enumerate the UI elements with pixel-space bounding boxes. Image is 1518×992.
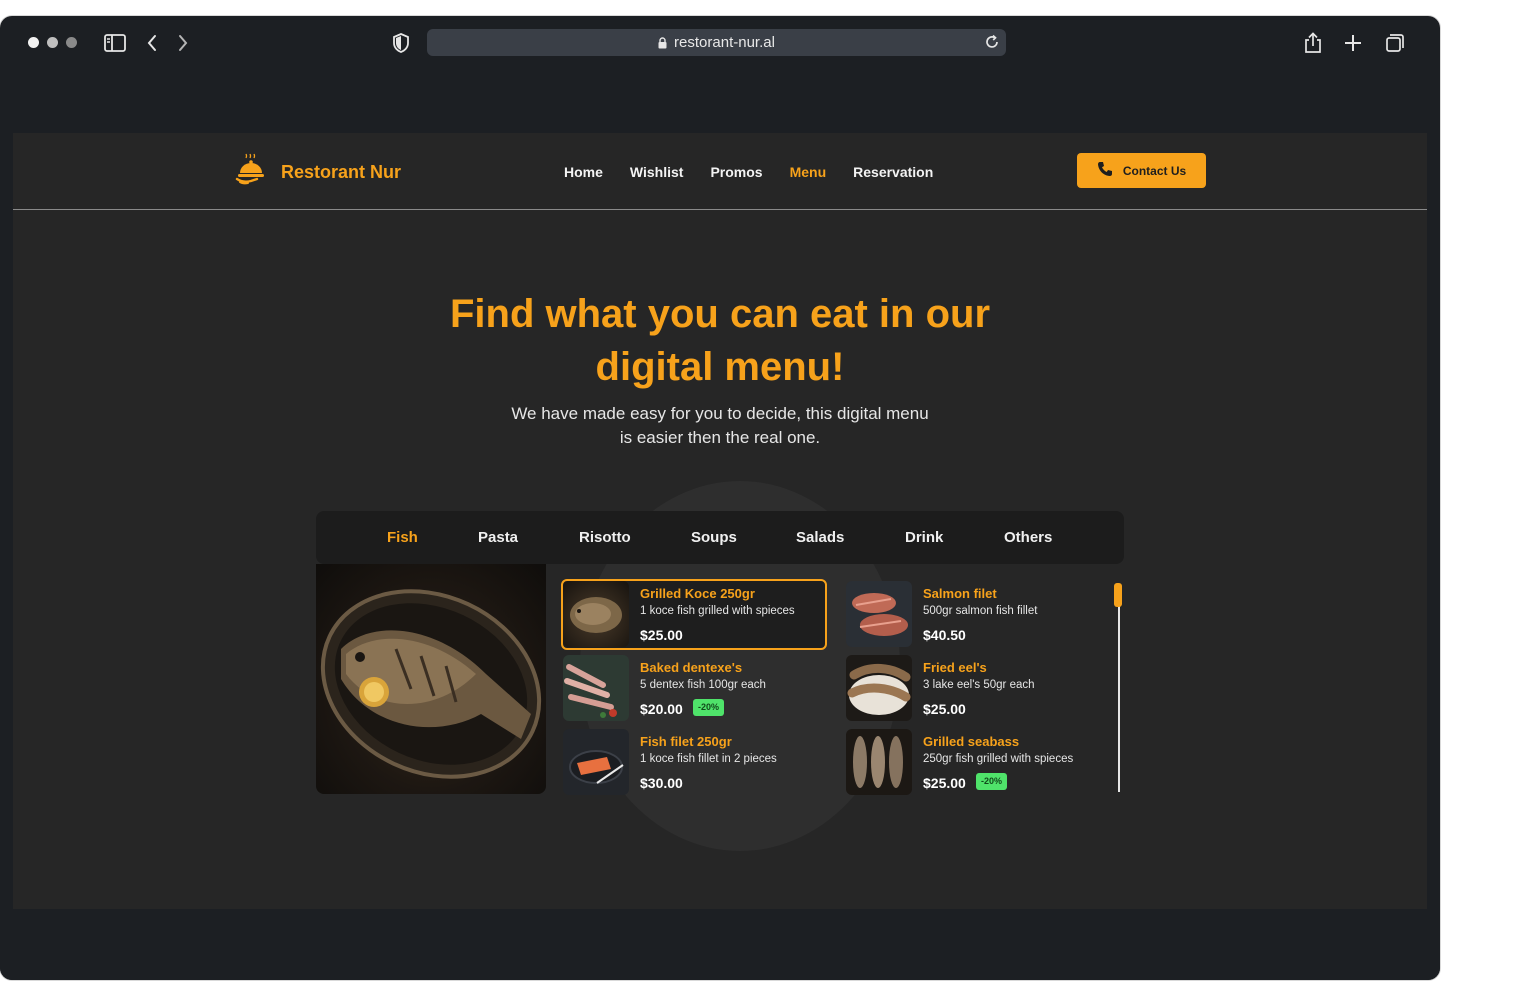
tab-soups[interactable]: Soups — [691, 529, 737, 546]
dish-thumbnail — [563, 729, 629, 795]
discount-badge: -20% — [976, 773, 1008, 790]
minimize-window-dot[interactable] — [47, 37, 58, 48]
new-tab-icon[interactable] — [1340, 30, 1366, 56]
dish-card-grilled-seabass[interactable]: Grilled seabass 250gr fish grilled with … — [846, 729, 1108, 796]
dish-card-grilled-koce[interactable]: Grilled Koce 250gr 1 koce fish grilled w… — [561, 579, 827, 650]
dish-description: 1 koce fish grilled with spieces — [640, 605, 795, 617]
dish-description: 1 koce fish fillet in 2 pieces — [640, 753, 777, 765]
browser-toolbar: restorant-nur.al — [0, 16, 1440, 72]
browser-window: restorant-nur.al Restorant Nur Home Wish… — [0, 16, 1440, 980]
brand-name: Restorant Nur — [281, 162, 402, 182]
dish-price: $25.00 — [640, 627, 683, 643]
dish-card-fish-filet[interactable]: Fish filet 250gr 1 koce fish fillet in 2… — [563, 729, 825, 796]
dish-thumbnail — [563, 655, 629, 721]
address-bar[interactable]: restorant-nur.al — [427, 29, 1006, 56]
hero-title-line-1: Find what you can eat in our — [449, 292, 991, 336]
dish-name: Fried eel's — [923, 660, 987, 675]
sidebar-icon[interactable] — [102, 30, 128, 56]
contact-us-button[interactable]: Contact Us — [1077, 153, 1206, 188]
digital-menu: Fish Pasta Risotto Soups Salads Drink Ot… — [316, 511, 1124, 796]
hero-subtitle: We have made easy for you to decide, thi… — [470, 402, 970, 450]
dish-price: $20.00 — [640, 701, 683, 717]
dish-description: 3 lake eel's 50gr each — [923, 679, 1035, 691]
share-icon[interactable] — [1300, 30, 1326, 56]
tab-pasta[interactable]: Pasta — [478, 529, 518, 546]
nav-reservation[interactable]: Reservation — [853, 164, 933, 180]
nav-home[interactable]: Home — [564, 164, 603, 180]
contact-us-label: Contact Us — [1122, 163, 1187, 178]
dish-thumbnail — [846, 581, 912, 647]
url-text: restorant-nur.al — [674, 34, 775, 51]
dish-description: 5 dentex fish 100gr each — [640, 679, 766, 691]
nav-menu[interactable]: Menu — [790, 164, 827, 180]
tab-fish[interactable]: Fish — [387, 529, 418, 546]
dish-list-scrollbar[interactable] — [1118, 584, 1120, 792]
browser-bottom-area — [0, 909, 1440, 980]
tabs-icon[interactable] — [1382, 30, 1408, 56]
close-window-dot[interactable] — [28, 37, 39, 48]
tab-drink[interactable]: Drink — [905, 529, 943, 546]
dish-thumbnail — [846, 655, 912, 721]
main-nav: Home Wishlist Promos Menu Reservation — [564, 164, 933, 180]
window-controls — [28, 37, 77, 48]
dish-name: Grilled seabass — [923, 734, 1020, 749]
tab-risotto[interactable]: Risotto — [579, 529, 631, 546]
dish-description: 500gr salmon fish fillet — [923, 605, 1038, 617]
dish-description: 250gr fish grilled with spieces — [923, 753, 1074, 765]
dish-thumbnail — [846, 729, 912, 795]
dish-price: $25.00 — [923, 701, 966, 717]
lock-icon — [658, 36, 667, 49]
shield-icon[interactable] — [388, 30, 414, 56]
dish-card-baked-dentexes[interactable]: Baked dentexe's 5 dentex fish 100gr each… — [563, 655, 825, 722]
hero-subtitle-line-2: is easier then the real one. — [619, 428, 821, 447]
dish-name: Fish filet 250gr — [640, 734, 732, 749]
tab-others[interactable]: Others — [1004, 529, 1052, 546]
dish-name: Baked dentexe's — [640, 660, 743, 675]
dish-price: $30.00 — [640, 775, 683, 791]
website-viewport: Restorant Nur Home Wishlist Promos Menu … — [13, 133, 1427, 910]
phone-icon — [1097, 161, 1113, 180]
dish-name: Salmon filet — [923, 586, 997, 601]
dish-price: $40.50 — [923, 627, 966, 643]
featured-dish-image — [316, 564, 546, 794]
reload-icon[interactable] — [984, 34, 1000, 54]
tab-salads[interactable]: Salads — [796, 529, 844, 546]
dish-price: $25.00 — [923, 775, 966, 791]
hero-title: Find what you can eat in our digital men… — [13, 288, 1427, 394]
discount-badge: -20% — [693, 699, 725, 716]
dish-card-fried-eels[interactable]: Fried eel's 3 lake eel's 50gr each $25.0… — [846, 655, 1108, 722]
forward-icon[interactable] — [170, 30, 196, 56]
category-tabs: Fish Pasta Risotto Soups Salads Drink Ot… — [316, 511, 1124, 564]
scrollbar-thumb[interactable] — [1114, 583, 1122, 607]
hero-subtitle-line-1: We have made easy for you to decide, thi… — [511, 404, 929, 423]
maximize-window-dot[interactable] — [66, 37, 77, 48]
hero-title-line-2: digital menu! — [595, 345, 845, 389]
back-icon[interactable] — [139, 30, 165, 56]
dish-card-salmon-filet[interactable]: Salmon filet 500gr salmon fish fillet $4… — [846, 581, 1108, 648]
nav-wishlist[interactable]: Wishlist — [630, 164, 684, 180]
nav-promos[interactable]: Promos — [710, 164, 762, 180]
site-header: Restorant Nur Home Wishlist Promos Menu … — [13, 133, 1427, 210]
brand[interactable]: Restorant Nur — [235, 153, 401, 192]
dish-name: Grilled Koce 250gr — [640, 586, 755, 601]
dish-thumbnail — [563, 581, 629, 647]
cloche-logo-icon — [235, 153, 269, 192]
